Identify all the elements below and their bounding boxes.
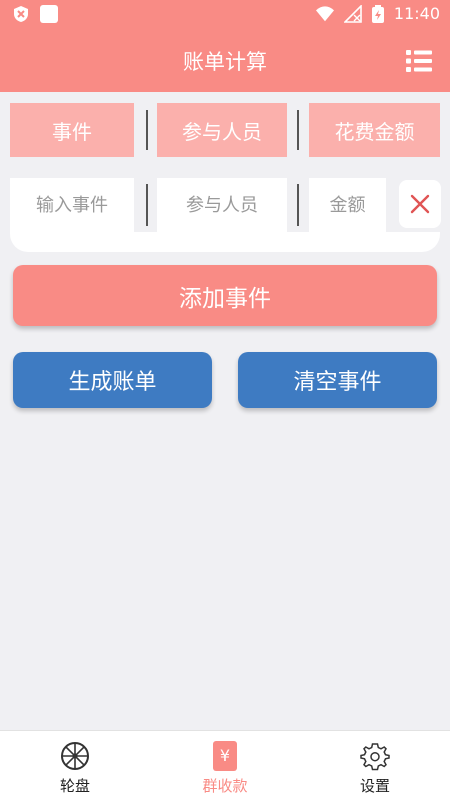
generate-bill-button[interactable]: 生成账单 [13,352,212,408]
status-bar: 11:40 [0,0,450,30]
nav-item-group-collect[interactable]: ¥ 群收款 [150,731,300,800]
app-bar: 账单计算 [0,30,450,92]
notification-shield-icon [14,6,28,22]
wifi-icon [315,5,334,21]
event-input[interactable] [10,178,134,232]
battery-charging-icon [371,4,384,23]
header-divider [146,110,148,150]
header-participants: 参与人员 [157,103,287,157]
header-divider [297,110,299,150]
notification-square-icon [40,5,58,23]
header-event: 事件 [10,103,134,157]
svg-text:¥: ¥ [220,746,230,765]
status-time: 11:40 [393,4,440,23]
bottom-nav: 轮盘 ¥ 群收款 设置 [0,730,450,800]
close-icon [410,194,430,214]
header-amount: 花费金额 [309,103,440,157]
signal-icon [343,4,362,23]
nav-label-wheel: 轮盘 [59,777,90,795]
input-divider [297,184,299,226]
amount-input[interactable] [309,178,386,232]
input-row-bottom [10,232,440,252]
page-title: 账单计算 [183,50,267,74]
wheel-icon [61,742,89,770]
delete-row-button[interactable] [399,180,441,228]
add-event-button[interactable]: 添加事件 [13,265,437,326]
yuan-receipt-icon: ¥ [213,741,237,771]
nav-label-settings: 设置 [359,777,390,795]
nav-label-group-collect: 群收款 [202,777,248,795]
participants-input[interactable] [157,178,287,232]
nav-item-wheel[interactable]: 轮盘 [0,731,150,800]
nav-item-settings[interactable]: 设置 [300,731,450,800]
list-menu-icon[interactable] [406,48,432,74]
gear-icon [360,743,390,771]
clear-events-button[interactable]: 清空事件 [238,352,437,408]
input-divider [146,184,148,226]
